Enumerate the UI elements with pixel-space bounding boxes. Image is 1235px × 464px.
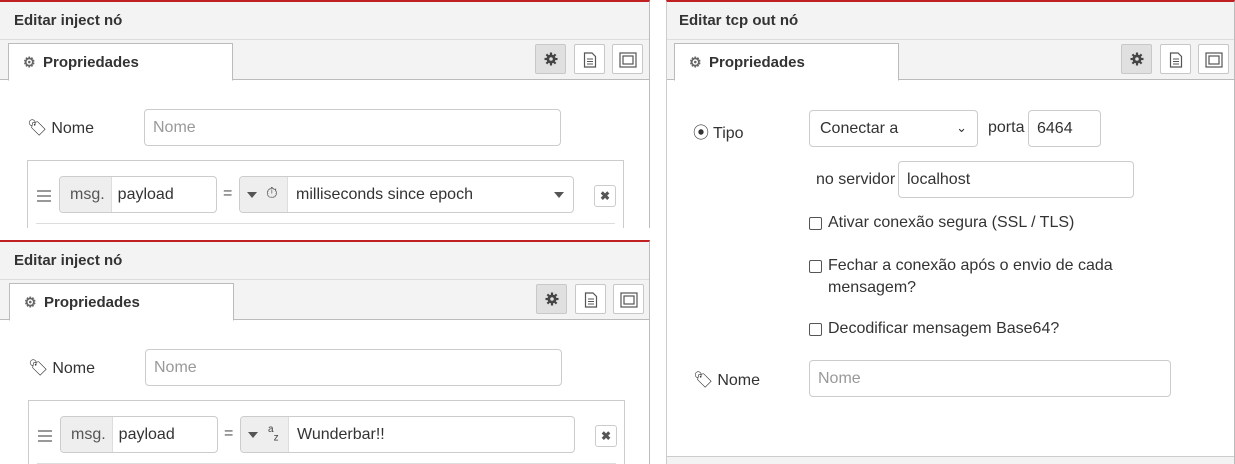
close-checkbox[interactable] (809, 260, 822, 273)
type-selector[interactable]: az (241, 417, 289, 452)
value-typed-input[interactable]: az Wunderbar!! (240, 416, 575, 453)
name-input[interactable]: Nome (145, 349, 562, 386)
name-label: Nome (717, 372, 760, 389)
document-icon (584, 292, 597, 308)
msg-property-value: payload (118, 426, 175, 443)
close-label-line2: mensagem? (828, 279, 917, 296)
document-icon (1169, 52, 1182, 68)
msg-prefix: msg. (61, 417, 113, 452)
chevron-down-icon: ⌄ (956, 120, 967, 135)
tab-bar: ⚙ Propriedades (667, 40, 1234, 81)
server-input[interactable]: localhost (898, 161, 1134, 198)
gear-icon (544, 52, 557, 66)
string-az-icon: az (268, 424, 279, 444)
gear-icon: ⚙ (23, 54, 36, 70)
value-text: Wunderbar!! (297, 426, 385, 443)
tab-bar: ⚙ Propriedades (0, 40, 649, 81)
editor-title: Editar inject nó (0, 2, 649, 40)
appearance-toolbar-button[interactable] (1198, 44, 1229, 74)
document-icon (583, 52, 596, 68)
value-typed-input[interactable]: ⏱ milliseconds since epoch (239, 176, 574, 213)
frame-icon (618, 52, 637, 68)
name-label-row: 🏷︎ Nome (27, 118, 94, 138)
name-label-row: 🏷︎ Nome (28, 358, 95, 378)
property-list: msg. payload = az Wunderbar!! ✖ (28, 400, 625, 464)
remove-row-button[interactable]: ✖ (595, 425, 617, 447)
dropdown-arrow-icon[interactable] (554, 192, 564, 198)
tab-label: Propriedades (44, 294, 140, 311)
port-label: porta (988, 119, 1025, 136)
description-toolbar-button[interactable] (575, 284, 606, 314)
editor-title: Editar inject nó (0, 242, 649, 280)
inject-editor-top: Editar inject nó ⚙ Propriedades 🏷︎ Nome No… (0, 0, 650, 228)
drag-handle-icon[interactable] (37, 190, 51, 205)
tab-properties[interactable]: ⚙ Propriedades (9, 283, 234, 321)
msg-property-input[interactable]: msg. payload (59, 176, 217, 213)
editor-title: Editar tcp out nó (667, 2, 1234, 40)
equals-sign: = (223, 185, 233, 202)
property-list: msg. payload = ⏱ milliseconds since epoch… (27, 160, 624, 228)
properties-toolbar-button[interactable] (536, 284, 567, 314)
tab-properties[interactable]: ⚙ Propriedades (8, 43, 233, 81)
appearance-toolbar-button[interactable] (612, 44, 643, 74)
appearance-toolbar-button[interactable] (613, 284, 644, 314)
base64-checkbox[interactable] (809, 323, 822, 336)
name-label: Nome (51, 120, 94, 137)
type-selector[interactable]: ⏱ (240, 177, 288, 212)
clock-icon: ⏱ (266, 185, 278, 202)
server-label: no servidor (816, 171, 896, 188)
name-label: Nome (52, 360, 95, 377)
properties-toolbar-button[interactable] (1121, 44, 1152, 74)
frame-icon (619, 292, 638, 308)
value-text: milliseconds since epoch (296, 186, 473, 203)
remove-row-button[interactable]: ✖ (594, 185, 616, 207)
tag-icon: 🏷︎ (28, 360, 49, 377)
name-input[interactable]: Nome (809, 360, 1171, 397)
gear-icon: ⚙ (689, 54, 702, 70)
base64-checkbox-row[interactable]: Decodificar mensagem Base64? (809, 318, 1059, 340)
drag-handle-icon[interactable] (38, 430, 52, 445)
type-select-value: Conectar a (820, 120, 899, 137)
caret-down-icon (247, 192, 257, 198)
gear-icon: ⚙ (24, 294, 37, 310)
tray-footer (667, 456, 1234, 464)
frame-icon (1204, 52, 1223, 68)
close-checkbox-row[interactable]: Fechar a conexão após o envio de cada me… (809, 255, 1113, 299)
close-label-line1: Fechar a conexão após o envio de cada (828, 257, 1113, 274)
base64-label: Decodificar mensagem Base64? (828, 320, 1060, 337)
port-input[interactable]: 6464 (1028, 110, 1101, 147)
tls-label: Ativar conexão segura (SSL / TLS) (828, 214, 1075, 231)
tab-bar: ⚙ Propriedades (0, 280, 649, 321)
msg-property-value: payload (117, 186, 174, 203)
msg-prefix: msg. (60, 177, 112, 212)
name-label-row: 🏷︎ Nome (693, 370, 760, 390)
name-input[interactable]: Nome (144, 109, 561, 146)
description-toolbar-button[interactable] (574, 44, 605, 74)
gear-icon (1130, 52, 1143, 66)
tab-label: Propriedades (709, 54, 805, 71)
equals-sign: = (224, 425, 234, 442)
inject-editor-bottom: Editar inject nó ⚙ Propriedades 🏷︎ Nome No… (0, 240, 650, 464)
type-label-row: ⦿ Tipo (693, 119, 744, 143)
properties-toolbar-button[interactable] (535, 44, 566, 74)
target-icon: ⦿ (693, 125, 710, 142)
tab-label: Propriedades (43, 54, 139, 71)
tls-checkbox[interactable] (809, 217, 822, 230)
msg-property-input[interactable]: msg. payload (60, 416, 218, 453)
type-select[interactable]: Conectar a ⌄ (809, 110, 978, 147)
tag-icon: 🏷︎ (693, 372, 714, 389)
gear-icon (545, 292, 558, 306)
type-label: Tipo (713, 125, 744, 142)
tag-icon: 🏷︎ (27, 120, 48, 137)
tcp-out-editor: Editar tcp out nó ⚙ Propriedades ⦿ Tipo Co… (666, 0, 1235, 464)
tab-properties[interactable]: ⚙ Propriedades (674, 43, 899, 81)
row-divider (36, 223, 615, 224)
caret-down-icon (248, 432, 258, 438)
tls-checkbox-row[interactable]: Ativar conexão segura (SSL / TLS) (809, 212, 1074, 234)
description-toolbar-button[interactable] (1160, 44, 1191, 74)
